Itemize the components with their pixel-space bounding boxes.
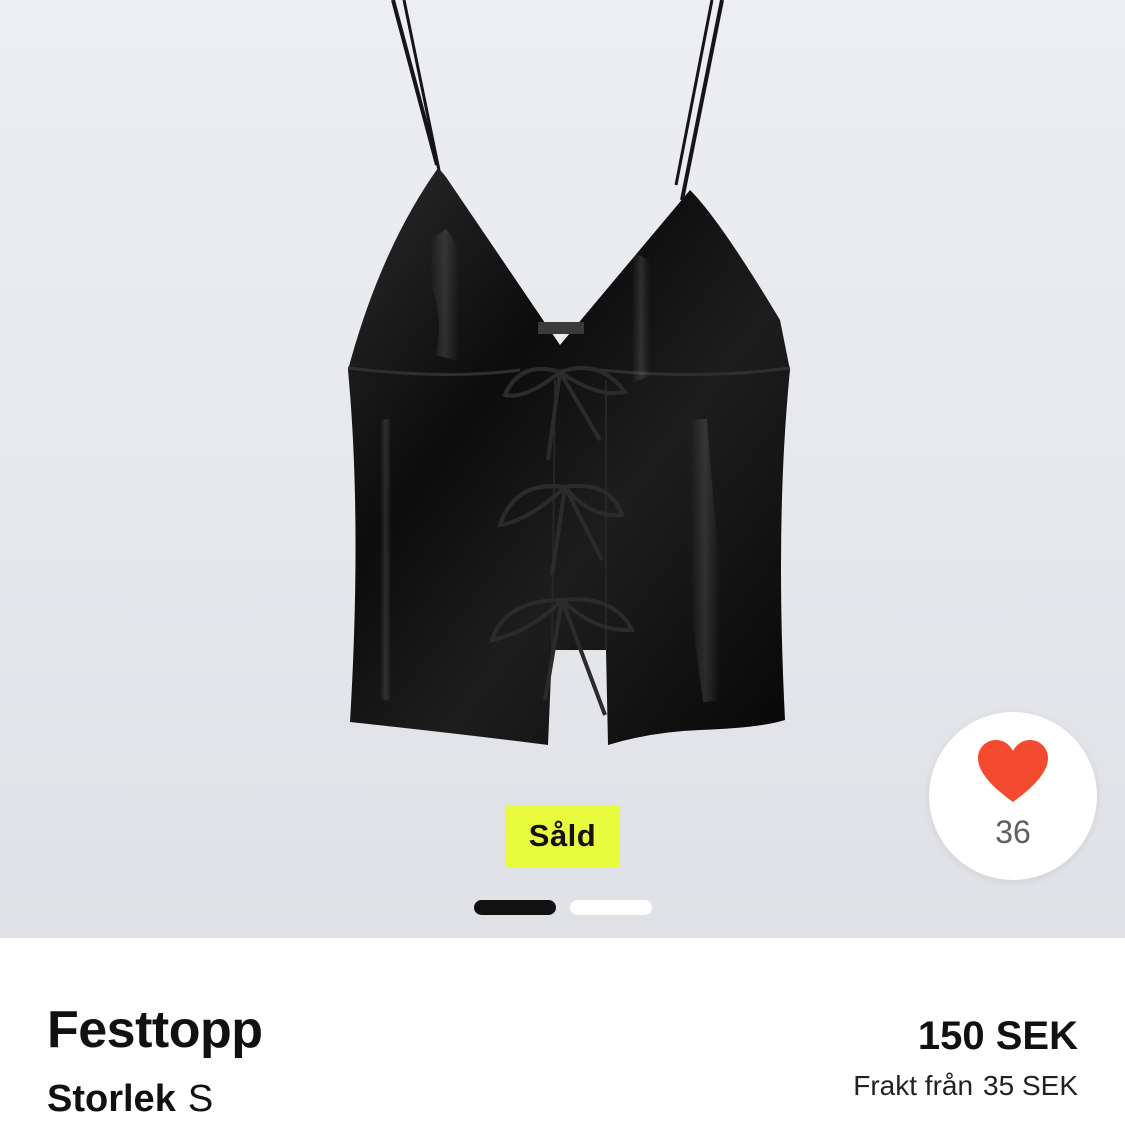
price: 150 SEK	[917, 1014, 1078, 1058]
heart-icon	[978, 740, 1048, 802]
sold-badge: Såld	[505, 805, 620, 867]
size-label: Storlek	[47, 1078, 176, 1120]
like-count: 36	[995, 814, 1031, 850]
image-pagination	[474, 900, 652, 915]
pagination-dot[interactable]	[570, 900, 652, 915]
size-value: S	[187, 1078, 214, 1120]
listing-info: Festtopp Storlek S 150 SEK Frakt från 35 S…	[0, 938, 1125, 1125]
pagination-dot-active[interactable]	[474, 900, 556, 915]
shipping-label: Frakt från	[853, 1070, 974, 1101]
shipping-info: Frakt från 35 SEK	[853, 1072, 1078, 1100]
like-button[interactable]: 36	[929, 712, 1097, 880]
product-image[interactable]: Såld 36	[0, 0, 1125, 938]
product-page: Såld 36 Festtopp Storlek S 150 SEK Frakt …	[0, 0, 1125, 1125]
product-title: Festtopp	[47, 1001, 263, 1059]
shipping-amount: 35 SEK	[983, 1070, 1078, 1101]
size-info: Storlek S	[47, 1080, 213, 1118]
